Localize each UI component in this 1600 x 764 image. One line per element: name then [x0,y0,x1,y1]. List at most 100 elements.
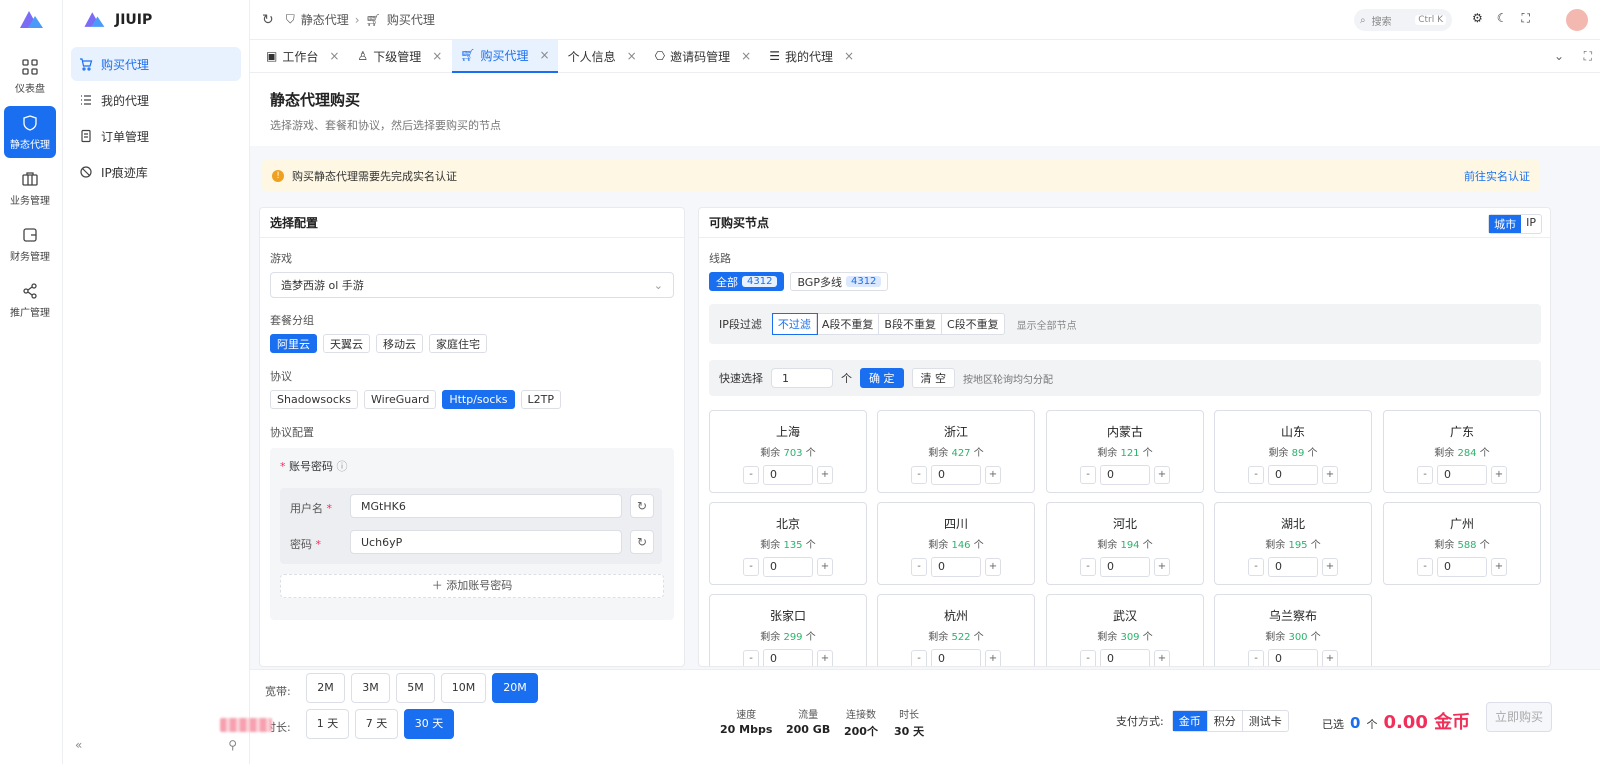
close-icon[interactable]: × [540,48,550,62]
tab-buy-proxy[interactable]: 🛒︎ 购买代理 × [452,39,558,73]
minus-icon[interactable]: - [911,466,927,484]
close-icon[interactable]: × [329,49,339,63]
protocol-option[interactable]: Http/socks [442,390,515,409]
quantity-input[interactable]: 0 [763,557,813,577]
game-select[interactable]: 造梦西游 ol 手游 ⌄ [270,272,674,298]
bandwidth-option[interactable]: 3M [351,673,390,703]
minus-icon[interactable]: - [743,650,759,666]
reload-icon[interactable]: ↻ [262,12,274,28]
pay-option[interactable]: 测试卡 [1243,711,1288,731]
minus-icon[interactable]: - [743,558,759,576]
plus-icon[interactable]: + [817,466,833,484]
package-option[interactable]: 天翼云 [323,334,370,353]
refresh-icon[interactable]: ↻ [630,530,654,554]
quantity-input[interactable]: 0 [931,649,981,666]
quantity-input[interactable]: 0 [1268,649,1318,666]
close-icon[interactable]: × [741,49,751,63]
tab-invite-codes[interactable]: ⎔ 邀请码管理 × [647,40,760,73]
tab-profile[interactable]: 个人信息 × [560,40,645,73]
minus-icon[interactable]: - [1417,466,1433,484]
plus-icon[interactable]: + [817,650,833,666]
buy-now-button[interactable]: 立即购买 [1486,702,1552,732]
protocol-option[interactable]: L2TP [520,390,561,409]
show-all-link[interactable]: 显示全部节点 [1017,317,1077,332]
duration-option[interactable]: 7 天 [355,709,398,739]
confirm-button[interactable]: 确 定 [860,368,904,388]
protocol-option[interactable]: Shadowsocks [270,390,359,409]
settings-icon[interactable]: ⚙ [1472,11,1483,26]
quantity-input[interactable]: 0 [931,557,981,577]
quantity-input[interactable]: 0 [1437,465,1487,485]
route-option[interactable]: BGP多线 4312 [790,272,889,291]
package-option[interactable]: 家庭住宅 [429,334,487,353]
sidebar-item-orders[interactable]: 订单管理 [71,119,241,153]
pay-option[interactable]: 金币 [1172,711,1208,731]
rail-item-finance[interactable]: 财务管理 [4,218,56,270]
pin-icon[interactable]: ⚲ [228,738,237,752]
package-option[interactable]: 阿里云 [270,334,317,353]
ip-filter-option[interactable]: A段不重复 [817,314,880,334]
pay-option[interactable]: 积分 [1208,711,1243,731]
plus-icon[interactable]: + [1491,466,1507,484]
ip-filter-option[interactable]: 不过滤 [771,313,818,335]
plus-icon[interactable]: + [1491,558,1507,576]
moon-icon[interactable]: ☾ [1497,11,1508,26]
plus-icon[interactable]: + [1154,650,1170,666]
view-city[interactable]: 城市 [1489,215,1522,233]
plus-icon[interactable]: + [985,558,1001,576]
tab-subordinates[interactable]: ♙ 下级管理 × [349,40,450,73]
close-icon[interactable]: × [432,49,442,63]
plus-icon[interactable]: + [985,650,1001,666]
quantity-input[interactable]: 0 [1100,649,1150,666]
minus-icon[interactable]: - [743,466,759,484]
minus-icon[interactable]: - [1080,466,1096,484]
plus-icon[interactable]: + [817,558,833,576]
bandwidth-option[interactable]: 5M [396,673,435,703]
chevron-down-icon[interactable]: ⌄ [1554,49,1564,63]
quantity-input[interactable]: 0 [763,649,813,666]
quick-input[interactable]: 1 [771,368,833,388]
package-option[interactable]: 移动云 [376,334,423,353]
fullscreen-icon[interactable]: ⛶ [1522,11,1530,26]
expand-icon[interactable]: ⛶ [1584,49,1592,64]
plus-icon[interactable]: + [1322,558,1338,576]
refresh-icon[interactable]: ↻ [630,494,654,518]
minus-icon[interactable]: - [911,650,927,666]
plus-icon[interactable]: + [1154,466,1170,484]
help-icon[interactable]: ⓘ [337,460,348,473]
plus-icon[interactable]: + [1322,466,1338,484]
bandwidth-option[interactable]: 20M [492,673,538,703]
quantity-input[interactable]: 0 [1268,465,1318,485]
minus-icon[interactable]: - [1080,558,1096,576]
plus-icon[interactable]: + [1154,558,1170,576]
close-icon[interactable]: × [627,49,637,63]
plus-icon[interactable]: + [1322,650,1338,666]
rail-item-dashboard[interactable]: 仪表盘 [4,50,56,102]
tab-workbench[interactable]: ▣ 工作台 × [258,40,347,73]
verify-link[interactable]: 前往实名认证 [1464,168,1530,184]
clear-button[interactable]: 清 空 [911,368,955,388]
plus-icon[interactable]: + [985,466,1001,484]
bandwidth-option[interactable]: 10M [441,673,486,703]
username-field[interactable]: MGtHK6 [350,494,622,518]
sidebar-item-buy-proxy[interactable]: 购买代理 [71,47,241,81]
search-box[interactable]: ⌕ 搜索 Ctrl K [1354,9,1452,31]
breadcrumb-item[interactable]: 静态代理 [301,11,349,28]
add-account-button[interactable]: ＋ 添加账号密码 [280,574,664,598]
duration-option[interactable]: 1 天 [306,709,349,739]
bandwidth-option[interactable]: 2M [306,673,345,703]
minus-icon[interactable]: - [1080,650,1096,666]
protocol-option[interactable]: WireGuard [364,390,437,409]
minus-icon[interactable]: - [1248,650,1264,666]
avatar[interactable] [1564,7,1590,33]
sidebar-item-ip-history[interactable]: IP痕迹库 [71,155,241,189]
rail-item-static-proxy[interactable]: 静态代理 [4,106,56,158]
route-option[interactable]: 全部 4312 [709,272,785,291]
view-ip[interactable]: IP [1521,215,1541,233]
password-field[interactable]: Uch6yP [350,530,622,554]
sidebar-item-my-proxy[interactable]: 我的代理 [71,83,241,117]
quantity-input[interactable]: 0 [1100,557,1150,577]
rail-item-business[interactable]: 业务管理 [4,162,56,214]
minus-icon[interactable]: - [1248,558,1264,576]
quantity-input[interactable]: 0 [763,465,813,485]
